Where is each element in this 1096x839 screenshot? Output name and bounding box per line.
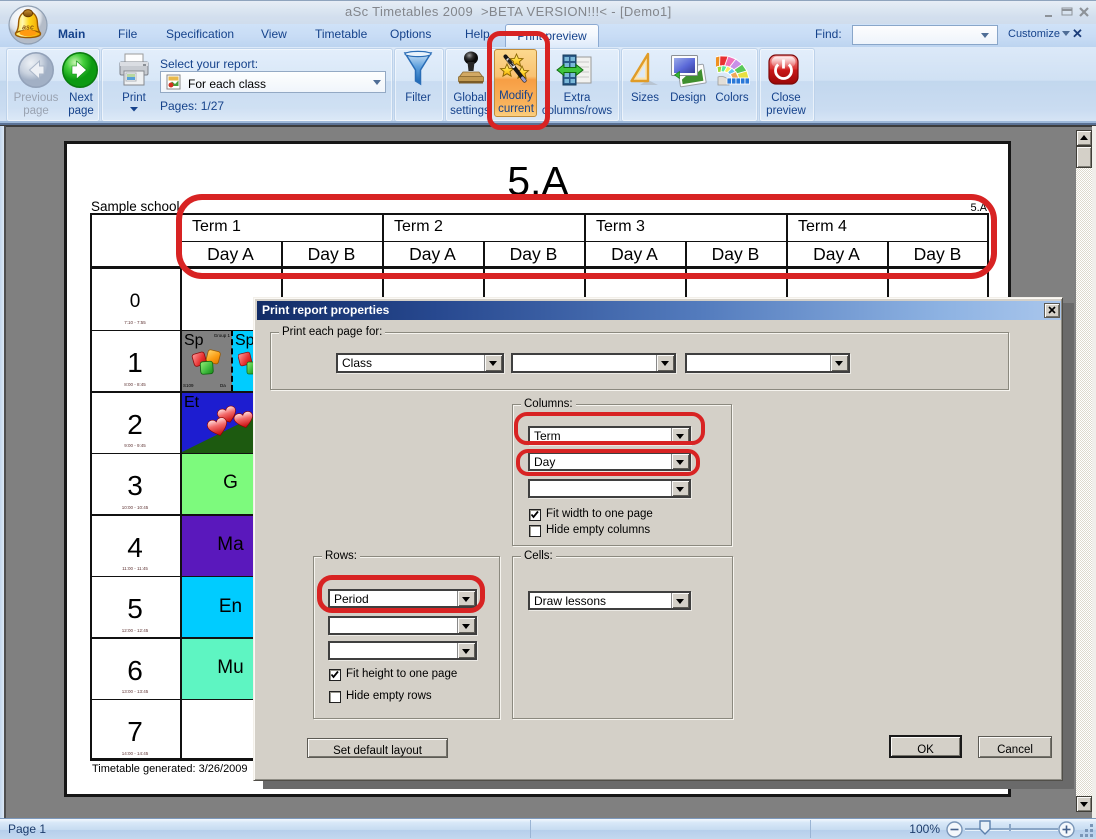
svg-text:asc: asc (22, 25, 34, 32)
